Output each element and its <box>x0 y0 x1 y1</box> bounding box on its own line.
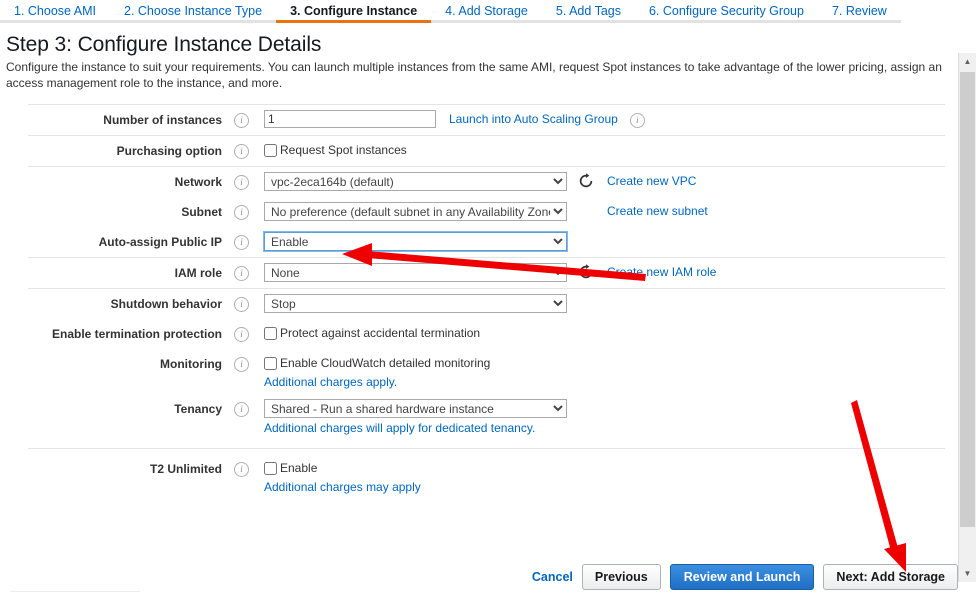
number-of-instances-input[interactable] <box>264 110 436 128</box>
label-t2-unlimited: T2 Unlimited <box>149 462 222 476</box>
shutdown-behavior-select[interactable]: Stop <box>264 294 567 313</box>
info-icon-t2-unlimited[interactable]: i <box>234 462 249 477</box>
info-icon-tenancy[interactable]: i <box>234 402 249 417</box>
label-purchasing-option: Purchasing option <box>116 144 222 158</box>
wizard-tab-2[interactable]: 2. Choose Instance Type <box>110 0 277 23</box>
wizard-tab-7[interactable]: 7. Review <box>817 0 901 23</box>
refresh-network-icon[interactable] <box>578 173 594 189</box>
label-number-of-instances: Number of instances <box>103 113 222 127</box>
label-monitoring: Monitoring <box>160 357 222 371</box>
t2-unlimited-charges-note[interactable]: Additional charges may apply <box>264 480 474 494</box>
info-icon-network[interactable]: i <box>234 175 249 190</box>
field-row-subnet: Subnet i No preference (default subnet i… <box>0 197 976 227</box>
wizard-tab-3[interactable]: 3. Configure Instance <box>276 0 432 23</box>
refresh-iam-role-icon[interactable] <box>578 264 594 280</box>
termination-protection-label[interactable]: Protect against accidental termination <box>280 326 480 340</box>
review-and-launch-button[interactable]: Review and Launch <box>669 564 815 590</box>
info-icon-shutdown-behavior[interactable]: i <box>234 297 249 312</box>
scrollbar-thumb[interactable] <box>960 72 975 527</box>
subnet-select[interactable]: No preference (default subnet in any Ava… <box>264 202 567 221</box>
label-tenancy: Tenancy <box>174 402 222 416</box>
field-row-auto-assign-public-ip: Auto-assign Public IP i Enable <box>0 227 976 257</box>
field-row-t2-unlimited: T2 Unlimited i Enable Additional charges… <box>0 449 976 499</box>
info-icon-auto-assign-public-ip[interactable]: i <box>234 235 249 250</box>
page-title: Step 3: Configure Instance Details <box>6 33 322 56</box>
wizard-step-tabs: 1. Choose AMI 2. Choose Instance Type 3.… <box>0 0 976 26</box>
request-spot-instances-checkbox[interactable] <box>264 143 277 157</box>
field-row-tenancy: Tenancy i Shared - Run a shared hardware… <box>0 394 976 440</box>
request-spot-instances-label[interactable]: Request Spot instances <box>280 143 407 157</box>
scroll-down-arrow-icon[interactable]: ▼ <box>959 565 976 582</box>
monitoring-charges-note[interactable]: Additional charges apply. <box>264 375 624 389</box>
tenancy-select[interactable]: Shared - Run a shared hardware instance <box>264 399 567 418</box>
t2-unlimited-label[interactable]: Enable <box>280 461 317 475</box>
field-row-shutdown-behavior: Shutdown behavior i Stop <box>0 289 976 319</box>
label-subnet: Subnet <box>181 205 222 219</box>
scroll-up-arrow-icon[interactable]: ▲ <box>959 53 976 70</box>
vertical-scrollbar[interactable]: ▲ ▼ <box>958 53 976 582</box>
cancel-button[interactable]: Cancel <box>532 570 573 584</box>
cloudwatch-monitoring-label[interactable]: Enable CloudWatch detailed monitoring <box>280 356 490 370</box>
info-icon-number-of-instances[interactable]: i <box>234 113 249 128</box>
create-new-vpc-link[interactable]: Create new VPC <box>607 172 696 188</box>
field-row-monitoring: Monitoring i Enable CloudWatch detailed … <box>0 349 976 394</box>
cloudwatch-monitoring-checkbox[interactable] <box>264 356 277 370</box>
wizard-tab-5[interactable]: 5. Add Tags <box>541 0 635 23</box>
label-shutdown-behavior: Shutdown behavior <box>110 297 222 311</box>
iam-role-select[interactable]: None <box>264 263 567 282</box>
create-new-iam-role-link[interactable]: Create new IAM role <box>607 263 716 279</box>
previous-button[interactable]: Previous <box>581 564 661 590</box>
footer-action-bar: Cancel Previous Review and Launch Next: … <box>532 564 958 590</box>
termination-protection-checkbox[interactable] <box>264 326 277 340</box>
field-row-termination-protection: Enable termination protection i Protect … <box>0 319 976 349</box>
info-icon-subnet[interactable]: i <box>234 205 249 220</box>
label-auto-assign-public-ip: Auto-assign Public IP <box>98 235 222 249</box>
info-icon-termination-protection[interactable]: i <box>234 327 249 342</box>
field-row-iam-role: IAM role i None Create new IAM role <box>0 258 976 288</box>
auto-assign-public-ip-select[interactable]: Enable <box>263 231 568 252</box>
wizard-tab-6[interactable]: 6. Configure Security Group <box>634 0 818 23</box>
wizard-tab-1[interactable]: 1. Choose AMI <box>0 0 110 23</box>
launch-into-auto-scaling-group-link[interactable]: Launch into Auto Scaling Group <box>449 110 618 126</box>
network-select[interactable]: vpc-2eca164b (default) <box>264 172 567 191</box>
tenancy-charges-note[interactable]: Additional charges will apply for dedica… <box>264 421 838 435</box>
bottom-divider <box>10 591 140 592</box>
field-row-purchasing-option: Purchasing option i Request Spot instanc… <box>0 136 976 166</box>
info-icon-purchasing-option[interactable]: i <box>234 144 249 159</box>
label-iam-role: IAM role <box>174 266 222 280</box>
info-icon-monitoring[interactable]: i <box>234 357 249 372</box>
page-description: Configure the instance to suit your requ… <box>6 60 942 90</box>
info-icon-iam-role[interactable]: i <box>234 266 249 281</box>
label-network: Network <box>174 175 222 189</box>
field-row-number-of-instances: Number of instances i Launch into Auto S… <box>0 105 976 135</box>
configure-instance-form: Number of instances i Launch into Auto S… <box>0 104 976 499</box>
wizard-tab-4[interactable]: 4. Add Storage <box>431 0 542 23</box>
field-row-network: Network i vpc-2eca164b (default) Create … <box>0 167 976 197</box>
next-add-storage-button[interactable]: Next: Add Storage <box>823 564 958 590</box>
create-new-subnet-link[interactable]: Create new subnet <box>607 202 708 218</box>
info-icon-auto-scaling-group[interactable]: i <box>629 113 645 128</box>
t2-unlimited-checkbox[interactable] <box>264 461 277 475</box>
label-termination-protection: Enable termination protection <box>51 327 222 341</box>
